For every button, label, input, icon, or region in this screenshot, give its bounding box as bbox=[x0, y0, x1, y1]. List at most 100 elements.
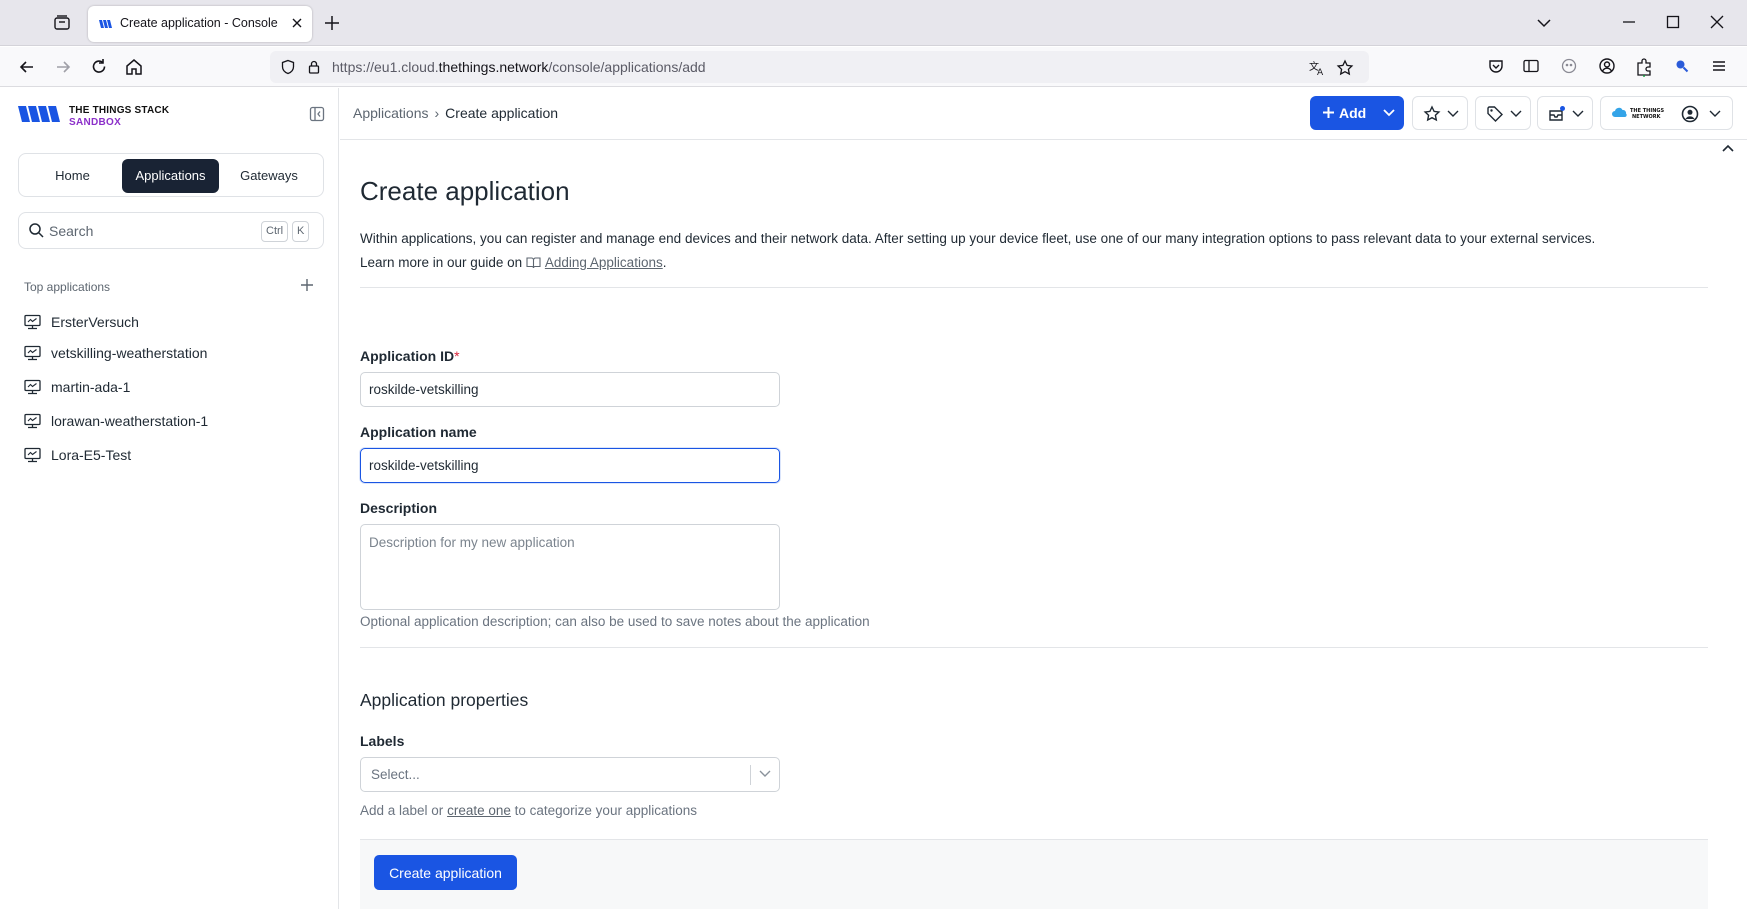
url-bar[interactable]: https://eu1.cloud.thethings.network/cons… bbox=[270, 51, 1369, 83]
chevron-down-icon bbox=[1572, 109, 1584, 119]
app-menu-hamburger-icon[interactable] bbox=[1710, 57, 1728, 75]
main-header: Applications › Create application Add THE … bbox=[340, 88, 1747, 140]
minimize-window-icon[interactable] bbox=[1621, 14, 1637, 30]
user-circle-icon bbox=[1681, 105, 1699, 123]
home-icon[interactable] bbox=[124, 57, 144, 77]
close-window-icon[interactable] bbox=[1709, 14, 1725, 30]
translate-icon[interactable]: 文A bbox=[1308, 59, 1326, 77]
star-icon bbox=[1423, 105, 1441, 123]
page-intro: Within applications, you can register an… bbox=[360, 227, 1720, 275]
ttn-favicon-icon bbox=[98, 17, 114, 31]
extensions-puzzle-icon[interactable] bbox=[1635, 57, 1653, 77]
back-arrow-icon[interactable] bbox=[17, 57, 37, 77]
breadcrumb-applications-link[interactable]: Applications bbox=[353, 105, 429, 121]
application-id-input[interactable] bbox=[360, 372, 780, 407]
required-asterisk: * bbox=[454, 348, 460, 364]
application-icon bbox=[24, 345, 41, 361]
browser-tab-active[interactable]: Create application - Console - T bbox=[88, 6, 312, 42]
labels-select-placeholder: Select... bbox=[371, 767, 420, 782]
chevron-down-icon bbox=[1447, 109, 1459, 119]
divider bbox=[360, 287, 1708, 288]
intro-guide-suffix: . bbox=[662, 255, 667, 270]
main-content: Create application Within applications, … bbox=[340, 141, 1735, 909]
sidebar-app-label: vetskilling-weatherstation bbox=[51, 345, 208, 361]
nav-home[interactable]: Home bbox=[23, 159, 122, 193]
account-icon[interactable] bbox=[1598, 57, 1616, 75]
tab-title: Create application - Console - T bbox=[120, 16, 280, 30]
select-separator bbox=[750, 765, 751, 785]
close-tab-icon[interactable] bbox=[290, 16, 304, 30]
add-button[interactable]: Add bbox=[1310, 96, 1404, 130]
collapse-sidebar-icon[interactable] bbox=[309, 106, 325, 122]
browser-nav-bar: https://eu1.cloud.thethings.network/cons… bbox=[0, 47, 1747, 87]
extension-mask-icon[interactable] bbox=[1560, 57, 1578, 75]
tab-overflow-chevron-icon[interactable] bbox=[1535, 14, 1553, 32]
sidebar-app-item[interactable]: Lora-E5-Test bbox=[24, 443, 324, 467]
application-icon bbox=[24, 379, 41, 395]
top-applications-heading: Top applications bbox=[24, 280, 111, 294]
application-id-label: Application ID* bbox=[360, 348, 460, 364]
form-submit-bar: Create application bbox=[360, 839, 1708, 909]
breadcrumb: Applications › Create application bbox=[353, 105, 558, 121]
sidebar-app-label: Lora-E5-Test bbox=[51, 447, 132, 463]
svg-text:NETWORK: NETWORK bbox=[1632, 114, 1662, 120]
sidebar-app-item[interactable]: lorawan-weatherstation-1 bbox=[24, 409, 324, 433]
sidebar-app-label: lorawan-weatherstation-1 bbox=[51, 413, 209, 429]
reload-icon[interactable] bbox=[89, 57, 109, 77]
notifications-dropdown-button[interactable] bbox=[1537, 96, 1593, 130]
labels-label: Labels bbox=[360, 733, 405, 749]
pocket-icon[interactable] bbox=[1487, 57, 1505, 75]
bookmark-star-icon[interactable] bbox=[1336, 59, 1354, 77]
breadcrumb-separator-icon: › bbox=[434, 105, 440, 121]
new-tab-icon[interactable] bbox=[322, 13, 342, 33]
tab-list-icon[interactable] bbox=[51, 12, 73, 34]
shortcut-ctrl-key: Ctrl bbox=[261, 221, 289, 242]
sidebar-app-item[interactable]: vetskilling-weatherstation bbox=[24, 341, 324, 365]
page-title: Create application bbox=[360, 176, 570, 206]
chevron-down-icon bbox=[1709, 109, 1721, 119]
sidebar-app-item[interactable]: martin-ada-1 bbox=[24, 375, 324, 399]
search-icon bbox=[28, 222, 45, 239]
chevron-down-icon[interactable] bbox=[758, 769, 772, 779]
search-placeholder: Search bbox=[49, 223, 94, 239]
profile-dropdown-button[interactable]: THE THINGS NETWORK bbox=[1600, 96, 1733, 130]
browser-tab-bar: Create application - Console - T bbox=[0, 0, 1747, 46]
maximize-window-icon[interactable] bbox=[1665, 14, 1681, 30]
application-name-label: Application name bbox=[360, 424, 477, 440]
divider bbox=[360, 647, 1708, 648]
bookmarks-dropdown-button[interactable] bbox=[1412, 96, 1468, 130]
sidebar-search[interactable]: Search Ctrl K bbox=[18, 212, 324, 249]
nav-applications[interactable]: Applications bbox=[122, 159, 219, 193]
create-application-button[interactable]: Create application bbox=[374, 855, 517, 890]
search-extension-icon[interactable] bbox=[1673, 57, 1691, 75]
application-icon bbox=[24, 413, 41, 429]
logo-text-sandbox: SANDBOX bbox=[69, 117, 122, 128]
chevron-down-icon bbox=[1383, 108, 1395, 118]
inbox-notification-icon bbox=[1548, 105, 1566, 123]
tag-icon bbox=[1486, 105, 1504, 123]
application-name-input[interactable] bbox=[360, 448, 780, 483]
description-help-text: Optional application description; can al… bbox=[360, 614, 870, 629]
breadcrumb-current: Create application bbox=[445, 105, 559, 121]
url-text: https://eu1.cloud.thethings.network/cons… bbox=[332, 59, 706, 75]
add-application-plus-icon[interactable] bbox=[300, 278, 314, 292]
intro-guide-line: Learn more in our guide on Adding Applic… bbox=[360, 251, 1720, 275]
tracking-shield-icon[interactable] bbox=[280, 59, 296, 75]
adding-applications-link[interactable]: Adding Applications bbox=[545, 255, 663, 270]
application-properties-heading: Application properties bbox=[360, 690, 529, 710]
nav-gateways[interactable]: Gateways bbox=[219, 159, 319, 193]
description-label: Description bbox=[360, 500, 438, 516]
sidebar-app-item[interactable]: ErsterVersuch bbox=[24, 310, 324, 334]
things-stack-logo-icon[interactable] bbox=[18, 102, 64, 126]
documentation-dropdown-button[interactable] bbox=[1475, 96, 1531, 130]
chevron-down-icon bbox=[1510, 109, 1522, 119]
forward-arrow-icon[interactable] bbox=[53, 57, 73, 77]
application-icon bbox=[24, 447, 41, 463]
labels-select[interactable]: Select... bbox=[360, 757, 780, 792]
plus-icon bbox=[1322, 106, 1335, 119]
lock-icon[interactable] bbox=[306, 59, 322, 75]
create-label-link[interactable]: create one bbox=[447, 803, 511, 818]
description-textarea[interactable] bbox=[360, 524, 780, 610]
add-button-label: Add bbox=[1339, 105, 1367, 121]
sidebar-toggle-icon[interactable] bbox=[1522, 57, 1540, 75]
